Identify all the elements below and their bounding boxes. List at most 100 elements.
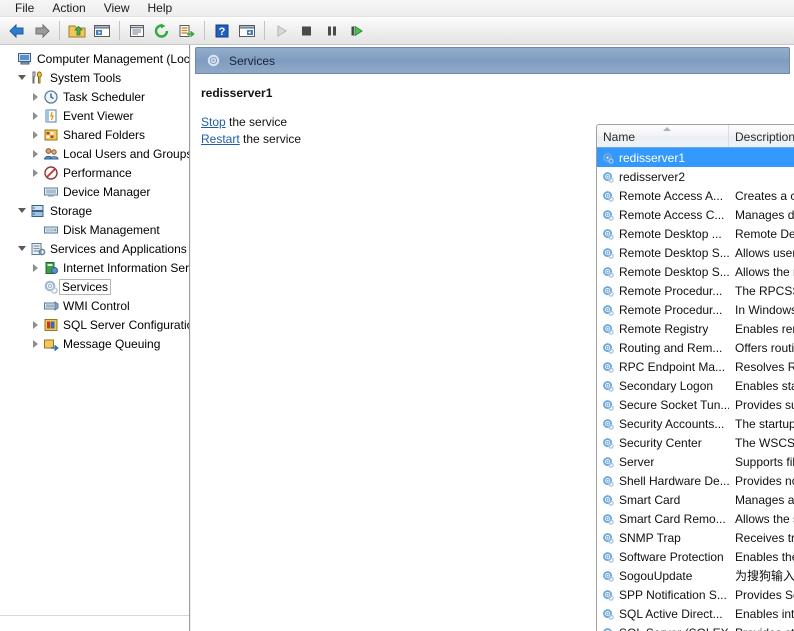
- tree-node-local-users-and-groups[interactable]: Local Users and Groups: [0, 144, 189, 163]
- expander-expand-icon[interactable]: [28, 109, 42, 123]
- tree-node-message-queuing[interactable]: Message Queuing: [0, 334, 189, 353]
- table-row[interactable]: redisserver2StartedAutomatic: [597, 167, 794, 186]
- column-header-name-label: Name: [603, 129, 636, 144]
- column-header-name[interactable]: Name: [597, 125, 729, 148]
- expander-expand-icon[interactable]: [28, 318, 42, 332]
- table-row[interactable]: Routing and Rem...Offers routi...Disable…: [597, 338, 794, 357]
- expander-expand-icon[interactable]: [28, 128, 42, 142]
- pause-service-button[interactable]: [320, 19, 344, 43]
- tree-node-label: Performance: [63, 165, 132, 180]
- expander-expand-icon[interactable]: [28, 261, 42, 275]
- table-row[interactable]: Shell Hardware De...Provides no...Starte…: [597, 471, 794, 490]
- help-button[interactable]: ?: [210, 19, 234, 43]
- table-row[interactable]: Remote Desktop S...Allows user...Started…: [597, 243, 794, 262]
- properties-button[interactable]: [125, 19, 149, 43]
- expander-placeholder: [28, 185, 42, 199]
- restart-service-link[interactable]: Restart: [201, 132, 240, 146]
- restart-service-button[interactable]: [345, 19, 369, 43]
- table-row[interactable]: Secure Socket Tun...Provides su...Manual: [597, 395, 794, 414]
- back-button[interactable]: [5, 19, 29, 43]
- table-row[interactable]: SNMP TrapReceives tra...Manual: [597, 528, 794, 547]
- table-row[interactable]: Remote Procedur...In Windows...Manual: [597, 300, 794, 319]
- stop-service-link[interactable]: Stop: [201, 115, 226, 129]
- table-row[interactable]: ServerSupports fil...StartedAutomatic: [597, 452, 794, 471]
- tree-node-shared-folders[interactable]: Shared Folders: [0, 125, 189, 144]
- table-row[interactable]: Smart CardManages ac...Manual: [597, 490, 794, 509]
- service-gear-icon: [601, 512, 615, 526]
- list-gear-icon: [603, 228, 614, 240]
- table-row[interactable]: SQL Server (SQLEX...Provides sto...Start…: [597, 623, 794, 631]
- expander-placeholder: [28, 223, 42, 237]
- tree-node-task-scheduler[interactable]: Task Scheduler: [0, 87, 189, 106]
- cell-description: Provides sto...: [729, 626, 794, 631]
- show-hide-tree-button[interactable]: [90, 19, 114, 43]
- expander-expand-icon[interactable]: [28, 147, 42, 161]
- export-list-button[interactable]: [175, 19, 199, 43]
- services-list-header: Name Description Status Startup Type: [597, 125, 794, 148]
- table-row[interactable]: Security CenterThe WSCSV...StartedAutoma…: [597, 433, 794, 452]
- table-row[interactable]: SPP Notification S...Provides So...Manua…: [597, 585, 794, 604]
- cell-description: Offers routi...: [735, 340, 794, 355]
- tree-node-services-and-applications[interactable]: Services and Applications: [0, 239, 189, 258]
- tree-node-label: Internet Information Ser: [63, 260, 190, 275]
- restart-icon: [351, 25, 363, 36]
- table-row[interactable]: Remote Procedur...The RPCSS ...StartedAu…: [597, 281, 794, 300]
- refresh-button[interactable]: [150, 19, 174, 43]
- menu-item-view[interactable]: View: [95, 0, 139, 17]
- menu-item-action[interactable]: Action: [43, 0, 94, 17]
- table-row[interactable]: Remote Access A...Creates a co...Manual: [597, 186, 794, 205]
- table-row[interactable]: Remote Desktop ...Remote Des...StartedMa…: [597, 224, 794, 243]
- expander-collapse-icon[interactable]: [15, 71, 29, 85]
- tree-node-sql-server-configuratio[interactable]: SQL Server Configuratio: [0, 315, 189, 334]
- tree-node-label: SQL Server Configuratio: [63, 317, 190, 332]
- expander-expand-icon[interactable]: [28, 166, 42, 180]
- table-row[interactable]: Remote Access C...Manages di...Manual: [597, 205, 794, 224]
- tree-node-services[interactable]: Services: [0, 277, 189, 296]
- tree-node-event-viewer[interactable]: Event Viewer: [0, 106, 189, 125]
- tree-node-system-tools[interactable]: System Tools: [0, 68, 189, 87]
- start-service-button[interactable]: [270, 19, 294, 43]
- toolbar-separator: [119, 21, 120, 40]
- table-row[interactable]: SogouUpdate为搜狗输入...Manual: [597, 566, 794, 585]
- expander-collapse-icon[interactable]: [15, 242, 29, 256]
- tree-node-label: WMI Control: [63, 298, 130, 313]
- table-row[interactable]: Secondary LogonEnables star...Manual: [597, 376, 794, 395]
- tree-node-performance[interactable]: Performance: [0, 163, 189, 182]
- column-header-description[interactable]: Description: [729, 125, 794, 148]
- expander-collapse-icon[interactable]: [15, 204, 29, 218]
- tree-node-disk-management[interactable]: Disk Management: [0, 220, 189, 239]
- cell-description: The WSCSV...: [735, 435, 794, 450]
- expander-placeholder: [28, 280, 42, 294]
- menu-item-help[interactable]: Help: [139, 0, 182, 17]
- service-name-text: SogouUpdate: [619, 568, 693, 583]
- up-folder-button[interactable]: [65, 19, 89, 43]
- table-row[interactable]: Security Accounts...The startup ...Start…: [597, 414, 794, 433]
- show-action-pane-button[interactable]: [235, 19, 259, 43]
- table-row[interactable]: Remote Desktop S...Allows the r...Starte…: [597, 262, 794, 281]
- table-row[interactable]: redisserver1StartedAutomatic: [597, 148, 794, 167]
- cell-service-name: Remote Access A...: [597, 189, 729, 203]
- table-row[interactable]: RPC Endpoint Ma...Resolves RP...StartedA…: [597, 357, 794, 376]
- tree-node-computer-management-local[interactable]: Computer Management (Local: [0, 49, 189, 68]
- forward-button[interactable]: [30, 19, 54, 43]
- cell-description: The RPCSS ...: [735, 283, 794, 298]
- stop-service-button[interactable]: [295, 19, 319, 43]
- menu-item-file[interactable]: File: [6, 0, 43, 17]
- tree-node-wmi-control[interactable]: WMI Control: [0, 296, 189, 315]
- table-row[interactable]: SQL Active Direct...Enables inte...Disab…: [597, 604, 794, 623]
- tree-node-storage[interactable]: Storage: [0, 201, 189, 220]
- table-row[interactable]: Software ProtectionEnables the ...Automa…: [597, 547, 794, 566]
- service-name-text: SNMP Trap: [619, 530, 681, 545]
- tree-node-internet-information-ser[interactable]: Internet Information Ser: [0, 258, 189, 277]
- expander-expand-icon[interactable]: [28, 90, 42, 104]
- services-gear-icon: [44, 280, 58, 294]
- expander-expand-icon[interactable]: [28, 337, 42, 351]
- wmi-icon: [44, 300, 59, 311]
- table-row[interactable]: Remote RegistryEnables rem...Manual: [597, 319, 794, 338]
- cell-description: In Windows...: [735, 302, 794, 317]
- tree-node-device-manager[interactable]: Device Manager: [0, 182, 189, 201]
- list-gear-icon: [603, 418, 614, 430]
- service-gear-icon: [601, 246, 615, 260]
- cell-description: Creates a co...: [735, 188, 794, 203]
- table-row[interactable]: Smart Card Remo...Allows the s...Manual: [597, 509, 794, 528]
